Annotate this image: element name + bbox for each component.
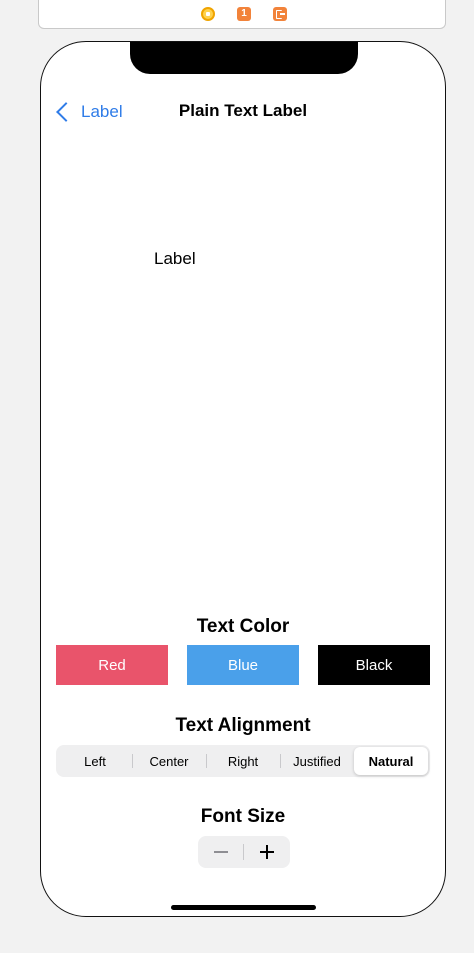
device-frame: Label Plain Text Label Label Text Color … xyxy=(40,41,446,917)
plus-icon xyxy=(260,845,274,859)
storyboard-scene-dock: 1 xyxy=(38,0,446,29)
blue-color-button[interactable]: Blue xyxy=(187,645,299,685)
font-size-stepper xyxy=(198,836,290,868)
decrement-button[interactable] xyxy=(198,836,244,868)
home-indicator xyxy=(171,905,316,910)
black-color-button[interactable]: Black xyxy=(318,645,430,685)
first-responder-icon[interactable]: 1 xyxy=(237,7,251,21)
segment-center[interactable]: Center xyxy=(132,747,206,775)
minus-icon xyxy=(214,851,228,853)
text-color-title: Text Color xyxy=(196,616,290,637)
segment-right[interactable]: Right xyxy=(206,747,280,775)
exit-icon[interactable] xyxy=(273,7,287,21)
view-controller-icon[interactable] xyxy=(201,7,215,21)
alignment-segmented-control: Left Center Right Justified Natural xyxy=(56,745,430,777)
segment-justified[interactable]: Justified xyxy=(280,747,354,775)
demo-text-label: Label xyxy=(154,249,196,268)
red-color-button[interactable]: Red xyxy=(56,645,168,685)
device-notch xyxy=(130,42,358,74)
nav-title: Plain Text Label xyxy=(178,101,308,120)
font-size-title: Font Size xyxy=(200,806,286,827)
increment-button[interactable] xyxy=(244,836,290,868)
segment-natural[interactable]: Natural xyxy=(354,747,428,775)
text-alignment-title: Text Alignment xyxy=(175,715,311,736)
segment-left[interactable]: Left xyxy=(58,747,132,775)
